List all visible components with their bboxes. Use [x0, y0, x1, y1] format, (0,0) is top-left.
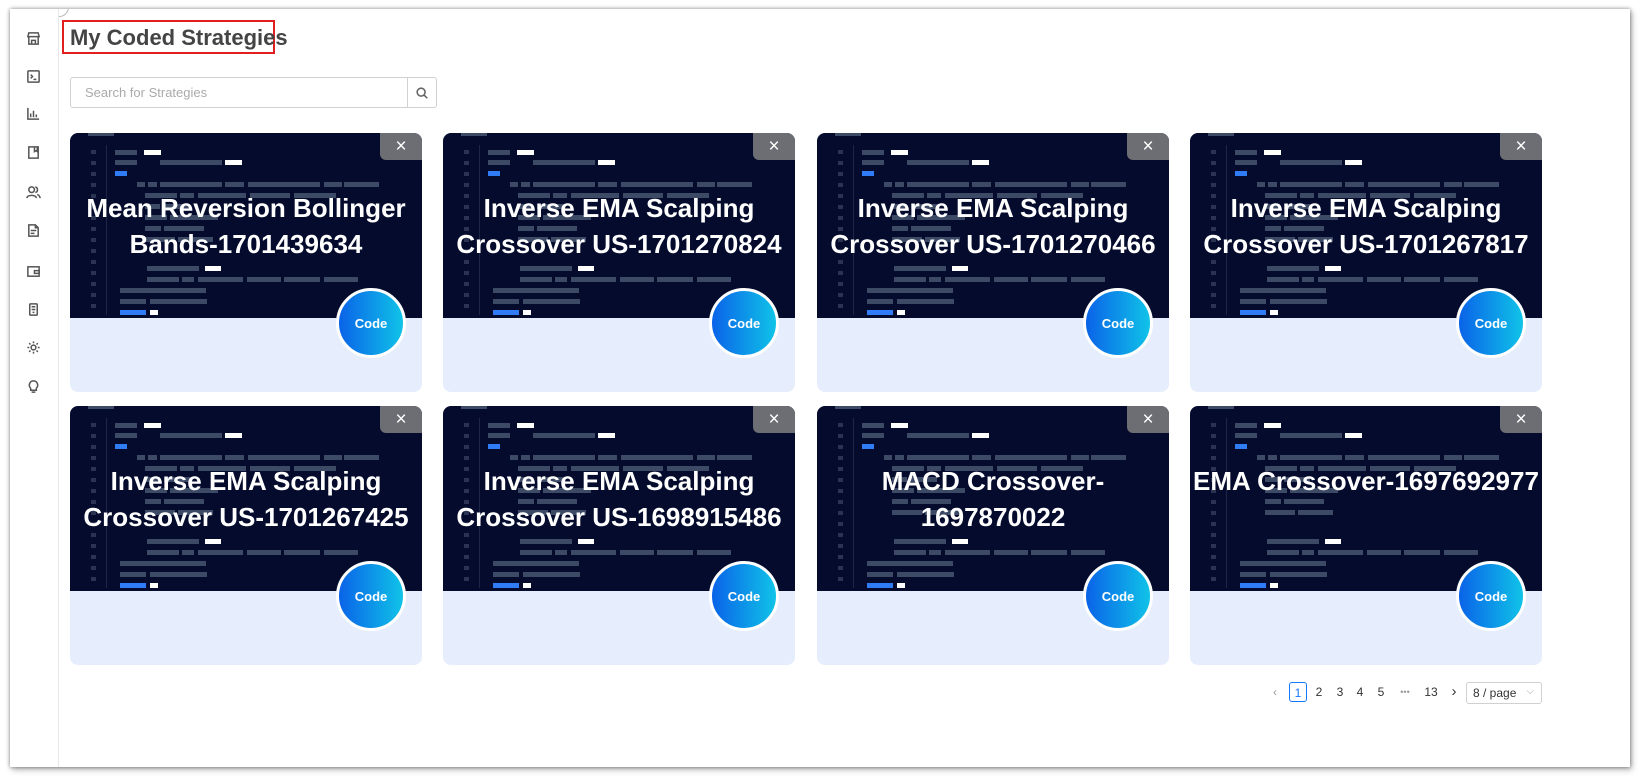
strategy-card[interactable]: Inverse EMA Scalping Crossover US-170126… — [70, 406, 422, 665]
strategy-title: Mean Reversion Bollinger Bands-170143963… — [86, 193, 406, 259]
lightbulb-icon[interactable] — [23, 376, 43, 396]
close-icon: × — [395, 135, 407, 157]
close-button[interactable]: × — [380, 406, 422, 433]
sidebar — [10, 9, 59, 767]
close-icon: × — [1515, 408, 1527, 430]
pagination-page-13[interactable]: 13 — [1420, 682, 1442, 702]
code-button[interactable]: Code — [709, 288, 779, 358]
pagination-ellipsis[interactable]: ••• — [1394, 682, 1416, 702]
code-button[interactable]: Code — [1083, 561, 1153, 631]
close-icon: × — [1515, 135, 1527, 157]
search-bar — [70, 77, 437, 108]
search-input[interactable] — [71, 78, 407, 107]
close-button[interactable]: × — [380, 133, 422, 160]
strategy-title: Inverse EMA Scalping Crossover US-170126… — [83, 466, 409, 532]
strategy-card[interactable]: EMA Crossover-1697692977 × Code — [1190, 406, 1542, 665]
pagination-page-1[interactable]: 1 — [1289, 682, 1307, 702]
close-button[interactable]: × — [1127, 133, 1169, 160]
close-button[interactable]: × — [1127, 406, 1169, 433]
strategy-title: MACD Crossover-1697870022 — [881, 466, 1105, 532]
page-size-select[interactable]: 8 / page ⌵ — [1466, 682, 1542, 704]
phone-icon[interactable] — [23, 299, 43, 319]
close-icon: × — [1142, 135, 1154, 157]
pagination-page-3[interactable]: 3 — [1332, 682, 1348, 702]
strategy-title: Inverse EMA Scalping Crossover US-170127… — [456, 193, 782, 259]
gear-icon[interactable] — [23, 337, 43, 357]
strategy-title: Inverse EMA Scalping Crossover US-170127… — [830, 193, 1156, 259]
wallet-icon[interactable] — [23, 261, 43, 281]
strategy-card[interactable]: Inverse EMA Scalping Crossover US-169891… — [443, 406, 795, 665]
pagination-prev[interactable]: ‹ — [1268, 682, 1282, 702]
search-button[interactable] — [407, 78, 436, 107]
strategy-title: Inverse EMA Scalping Crossover US-170126… — [1203, 193, 1529, 259]
close-icon: × — [768, 135, 780, 157]
pagination-next[interactable]: › — [1447, 682, 1461, 702]
close-icon: × — [768, 408, 780, 430]
code-button[interactable]: Code — [1083, 288, 1153, 358]
bookmark-icon[interactable] — [23, 142, 43, 162]
search-icon — [416, 86, 428, 99]
chevron-down-icon: ⌵ — [1526, 686, 1534, 697]
close-button[interactable]: × — [753, 133, 795, 160]
strategy-card[interactable]: MACD Crossover-1697870022 × Code — [817, 406, 1169, 665]
strategy-title: Inverse EMA Scalping Crossover US-169891… — [456, 466, 782, 532]
app-window: My Coded Strategies Mean Reversion Bolli… — [10, 9, 1630, 767]
page-size-value: 8 / page — [1473, 686, 1517, 700]
code-button[interactable]: Code — [336, 288, 406, 358]
terminal-icon[interactable] — [23, 66, 43, 86]
pagination-page-4[interactable]: 4 — [1352, 682, 1368, 702]
close-button[interactable]: × — [1500, 133, 1542, 160]
close-icon: × — [1142, 408, 1154, 430]
store-icon[interactable] — [23, 28, 43, 48]
document-icon[interactable] — [23, 220, 43, 240]
code-button[interactable]: Code — [336, 561, 406, 631]
strategy-card[interactable]: Inverse EMA Scalping Crossover US-170126… — [1190, 133, 1542, 392]
code-button[interactable]: Code — [1456, 561, 1526, 631]
close-button[interactable]: × — [1500, 406, 1542, 433]
close-button[interactable]: × — [753, 406, 795, 433]
strategy-card[interactable]: Mean Reversion Bollinger Bands-170143963… — [70, 133, 422, 392]
code-button[interactable]: Code — [709, 561, 779, 631]
close-icon: × — [395, 408, 407, 430]
users-icon[interactable] — [23, 182, 43, 202]
bar-chart-icon[interactable] — [23, 103, 43, 123]
pagination-page-5[interactable]: 5 — [1373, 682, 1389, 702]
code-button[interactable]: Code — [1456, 288, 1526, 358]
strategy-card[interactable]: Inverse EMA Scalping Crossover US-170127… — [817, 133, 1169, 392]
strategy-title: EMA Crossover-1697692977 — [1193, 466, 1539, 496]
pagination-page-2[interactable]: 2 — [1311, 682, 1327, 702]
page-title: My Coded Strategies — [70, 25, 288, 50]
strategy-card[interactable]: Inverse EMA Scalping Crossover US-170127… — [443, 133, 795, 392]
